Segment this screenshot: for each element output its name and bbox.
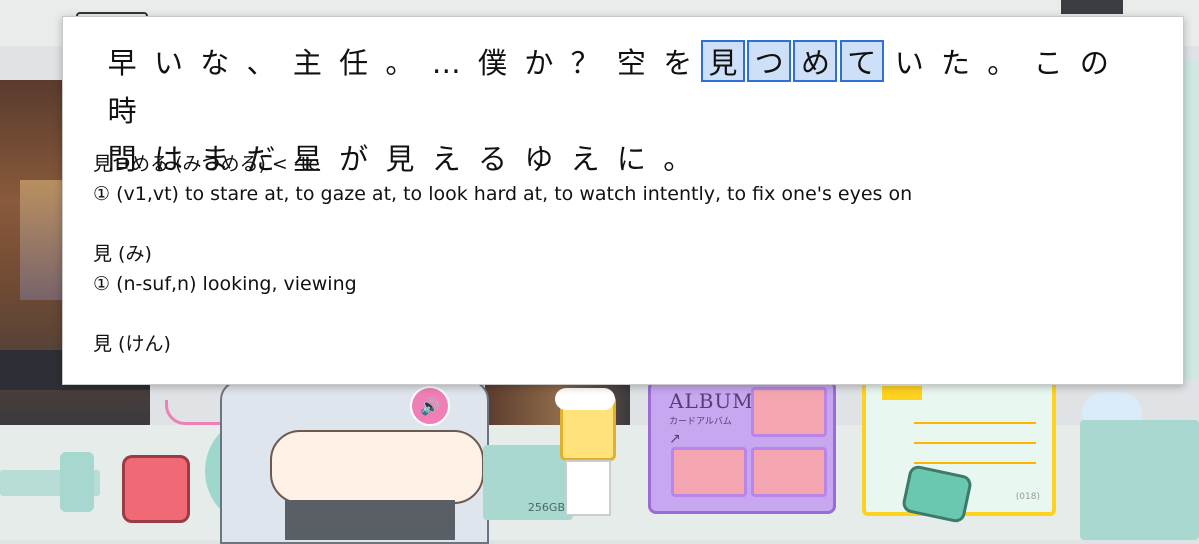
album-card (751, 387, 827, 437)
sentence-line-1: 早いな、主任。… 僕か？空を見つめていた。この時 (99, 39, 1159, 135)
sentence-character[interactable]: 早 (99, 42, 145, 84)
external-link-icon: ↗ (669, 431, 681, 447)
sentence-character[interactable]: い (145, 42, 191, 84)
entry-headword: 見 (けん) (93, 333, 171, 355)
notebook-line (914, 442, 1036, 444)
push-pin-icon (60, 452, 94, 512)
album-subtitle: カードアルバム (669, 417, 732, 427)
character-arms (270, 430, 484, 504)
entry-headword: 見つめる (みつめる) < -te (93, 153, 320, 175)
sentence-character[interactable]: な (192, 42, 238, 84)
notebook-line (914, 462, 1036, 464)
sentence-character[interactable]: 、 (238, 42, 284, 84)
dictionary-entry: 見 (けん)② (n) view (of life, etc.), outloo… (93, 329, 1153, 357)
entry-headword: 見 (み) (93, 243, 152, 265)
sentence-character[interactable]: 空 (608, 42, 654, 84)
sentence-character[interactable]: 任 (330, 42, 376, 84)
top-bar-dark-block (1061, 0, 1123, 14)
album-button[interactable]: ALBUM カードアルバム ↗ (648, 380, 836, 514)
sentence-character[interactable]: の (1071, 42, 1117, 84)
domino-icon (565, 460, 611, 516)
sentence-character[interactable]: 時 (99, 90, 145, 132)
dictionary-entry: 見つめる (みつめる) < -te ① (v1,vt) to stare at, … (93, 149, 1153, 209)
sentence-character[interactable]: た (932, 42, 978, 84)
sentence-character[interactable]: 。 (377, 42, 423, 84)
dictionary-entries: 見つめる (みつめる) < -te ① (v1,vt) to stare at, … (93, 149, 1153, 357)
folder-icon[interactable] (1080, 420, 1199, 540)
selected-character[interactable]: て (839, 40, 884, 82)
notebook-line (914, 422, 1036, 424)
dictionary-popup[interactable]: 早いな、主任。… 僕か？空を見つめていた。この時 間はまだ星が見えるゆえに。 見つ… (62, 16, 1184, 385)
character-pants (285, 500, 455, 540)
album-card (671, 447, 747, 497)
sentence-character[interactable]: ？ (562, 42, 608, 84)
sentence-character[interactable]: 。 (979, 42, 1025, 84)
sentence-character[interactable]: い (886, 42, 932, 84)
dictionary-entry: 見 (み) ① (n-suf,n) looking, viewing (93, 239, 1153, 299)
album-card (751, 447, 827, 497)
sentence-character[interactable]: こ (1025, 42, 1071, 84)
sentence-character[interactable]: 主 (284, 42, 330, 84)
sentence-character[interactable]: … (423, 42, 469, 84)
selected-character[interactable]: 見 (700, 40, 745, 82)
notebook-number: (018) (1015, 492, 1040, 502)
notebook-tab (882, 386, 922, 400)
selected-character[interactable]: つ (747, 40, 792, 82)
sentence-character[interactable]: か (516, 42, 562, 84)
entry-definition: ① (n-suf,n) looking, viewing (93, 273, 357, 295)
right-side-panel (1184, 60, 1199, 380)
suitcase-icon[interactable] (122, 455, 190, 523)
sentence-character[interactable]: 僕 (469, 42, 515, 84)
beer-foam (555, 388, 615, 410)
speaker-icon[interactable]: 🔊 (410, 386, 450, 426)
sentence-character[interactable]: を (655, 42, 701, 84)
entry-definition: ① (v1,vt) to stare at, to gaze at, to lo… (93, 183, 913, 205)
selected-character[interactable]: め (793, 40, 838, 82)
album-title: ALBUM (669, 389, 754, 413)
battery-label: 256GB (527, 501, 565, 514)
